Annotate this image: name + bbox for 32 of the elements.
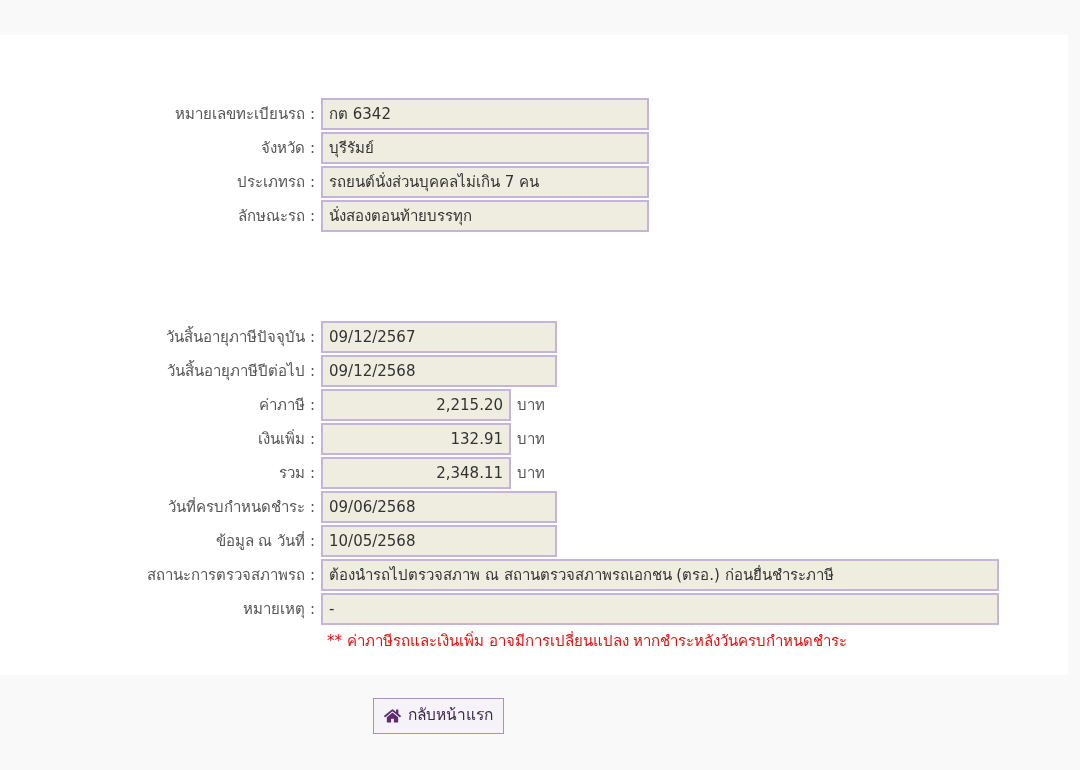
value-field: 09/06/2568: [321, 491, 557, 523]
value-field: กต 6342: [321, 98, 649, 130]
value-field: รถยนต์นั่งส่วนบุคคลไม่เกิน 7 คน: [321, 166, 649, 198]
field-label: วันสิ้นอายุภาษีปีต่อไป :: [167, 359, 315, 383]
value-field: 10/05/2568: [321, 525, 557, 557]
field-label: ค่าภาษี :: [259, 394, 315, 416]
value-field: 09/12/2567: [321, 321, 557, 353]
field-label: ลักษณะรถ :: [238, 205, 315, 227]
field-label: วันที่ครบกำหนดชำระ :: [168, 496, 315, 518]
unit-label: บาท: [517, 394, 545, 416]
value-field: 2,215.20: [321, 389, 511, 421]
field-label: จังหวัด :: [261, 137, 315, 159]
value-field: 2,348.11: [321, 457, 511, 489]
field-label: เงินเพิ่ม :: [258, 428, 315, 450]
unit-label: บาท: [517, 428, 545, 450]
field-label: รวม :: [279, 462, 315, 484]
field-label: ข้อมูล ณ วันที่ :: [215, 530, 315, 552]
unit-label: บาท: [517, 462, 545, 484]
field-label: วันสิ้นอายุภาษีปัจจุบัน :: [166, 325, 315, 349]
value-field: -: [321, 593, 999, 625]
value-field: 132.91: [321, 423, 511, 455]
home-button[interactable]: กลับหน้าแรก: [373, 698, 504, 734]
home-icon: [384, 708, 401, 724]
value-field: 09/12/2568: [321, 355, 557, 387]
value-field: นั่งสองตอนท้ายบรรทุก: [321, 200, 649, 232]
value-field: ต้องนำรถไปตรวจสภาพ ณ สถานตรวจสภาพรถเอกชน (ตรอ.) ก่อนยื่นชำระภาษี: [321, 559, 999, 591]
field-label: หมายเหตุ :: [243, 598, 315, 621]
field-label: หมายเลขทะเบียนรถ :: [175, 103, 315, 125]
field-label: สถานะการตรวจสภาพรถ :: [147, 564, 315, 586]
value-field: บุรีรัมย์: [321, 132, 649, 164]
warning-note: ** ค่าภาษีรถและเงินเพิ่ม อาจมีการเปลี่ยนแปลง หากชำระหลังวันครบกำหนดชำระ: [327, 632, 848, 650]
field-label: ประเภทรถ :: [237, 171, 315, 193]
